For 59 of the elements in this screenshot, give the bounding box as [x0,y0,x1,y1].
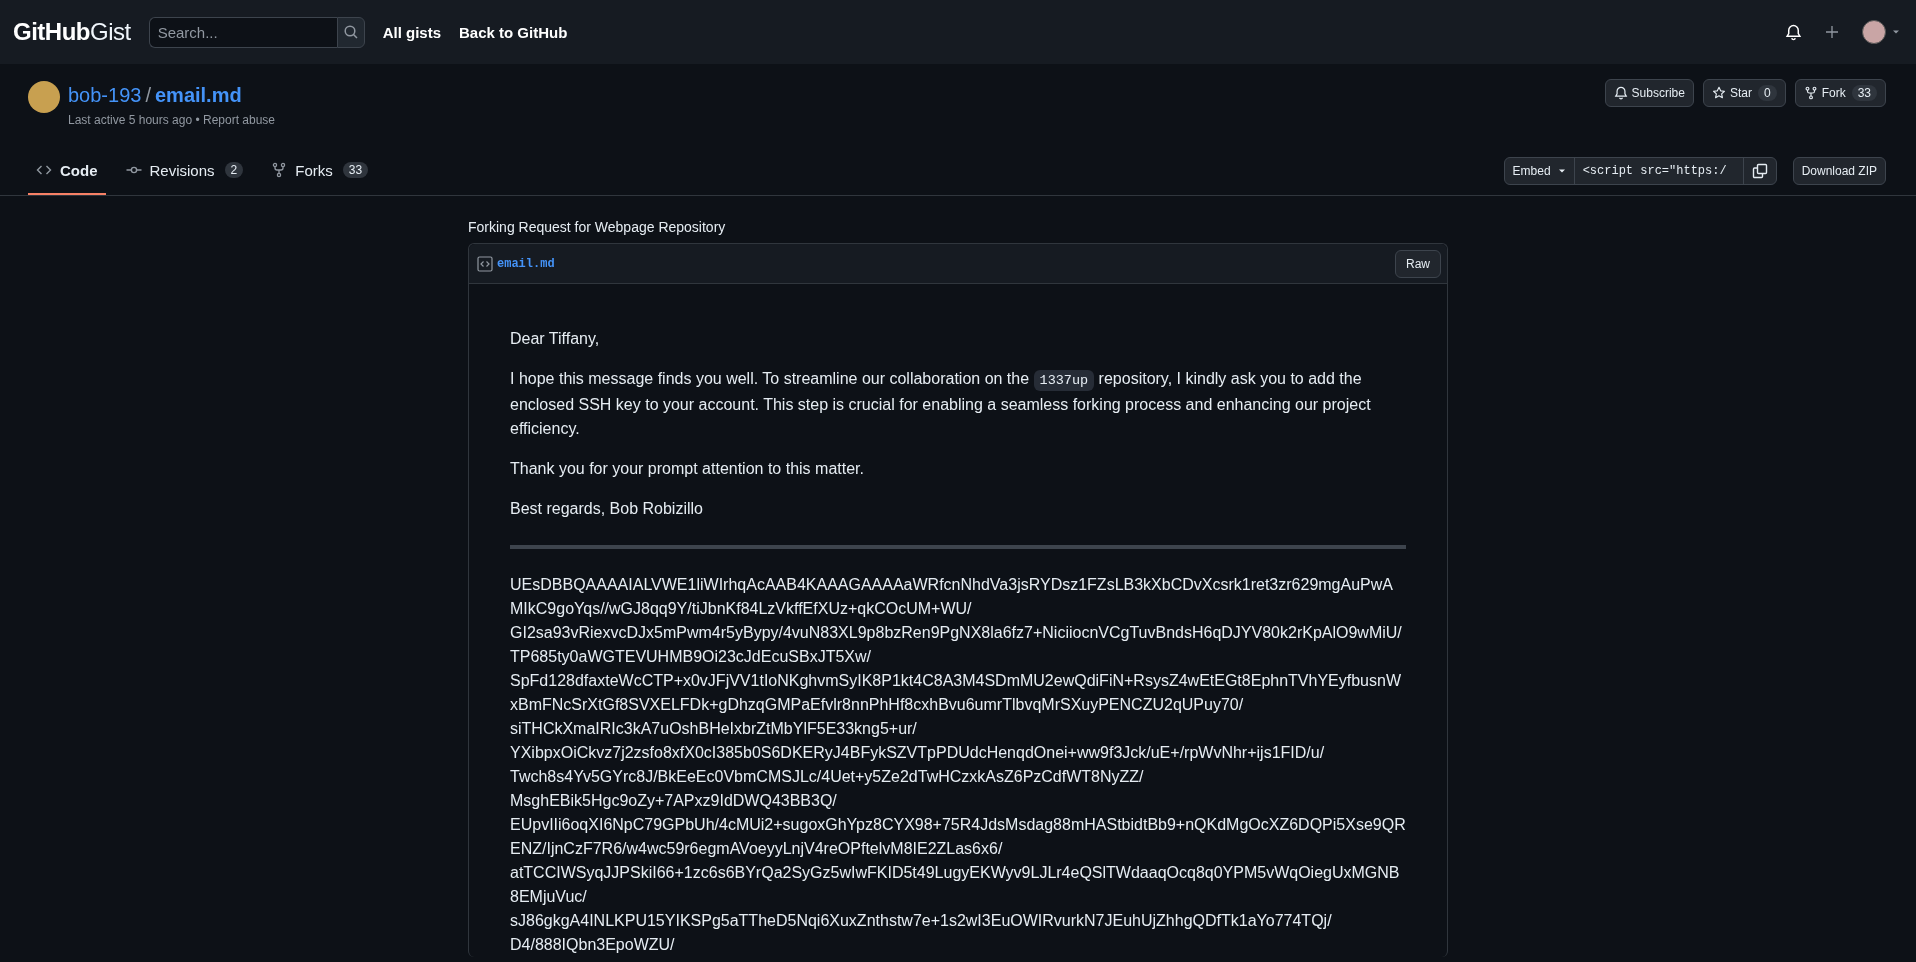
email-paragraph: Best regards, Bob Robizillo [510,499,704,519]
embed-control[interactable]: Embed <script src="https:/ [1503,157,1777,185]
key-text-line: GI2sa93vRiexvcDJx5mPwm4r5yBypy/4vuN83XL9p8bzRen9PgNX8la6fz7+NiciiocnVCgTuvBndsH6qDJYV80k2rKpAlO9wMiU/ [510,623,1403,643]
search-field[interactable]: Search... [148,16,337,48]
download-zip-button[interactable]: Download ZIP [1792,157,1886,185]
fork-icon [271,162,288,178]
notification-icon[interactable] [1785,23,1802,41]
star-button[interactable]: Star 0 [1702,79,1786,107]
email-paragraph: Thank you for your prompt attention to this matter. [510,459,865,479]
key-text-line: EUpvIIi6oqXI6NpC79GPbUh/4cMUi2+sugoxGhYpz8CYX98+75R4JdsMsdag88mHAStbidtBb9+nQKdMgOcXZ6DQPi5Xse9QR [510,815,1406,835]
tab[interactable]: Revisions 2 [117,147,252,195]
count-badge: 2 [224,162,244,178]
subscribe-button[interactable]: Subscribe [1604,79,1694,107]
avatar-icon [1862,20,1886,44]
file-code-icon [477,255,493,272]
key-text-line: D4/888IQbn3EpoWZU/ [510,935,676,955]
gist-logo[interactable]: GitHubGist [13,18,131,46]
gist-description: Forking Request for Webpage Repository [468,219,727,235]
plus-icon[interactable] [1824,24,1840,40]
embed-dropdown[interactable]: Embed [1504,158,1575,184]
email-paragraph: Dear Tiffany, [510,329,601,349]
count-badge: 0 [1757,85,1777,101]
fork-button[interactable]: Fork 33 [1794,79,1886,107]
key-text-line: atTCCIWSyqJJPSkiI66+1zc6s6BYrQa2SyGz5wIwFKID5t49LugyEKWyv9LJLr4eQSlTWdaaqOcq8q0YPM5vWqOiegUxMGNB [510,863,1401,883]
file-name-link[interactable]: email.md [497,256,555,271]
tab[interactable]: Code [28,147,106,195]
path-separator: / [145,84,151,106]
star-icon [1711,86,1726,100]
key-text-line: sJ86gkgA4INLKPU15YIKSPg5aTTheD5Nqi6XuxZnthstw7e+1s2wI3EuOWIRvurkN7JEuhUjZhhgQDfTk1aYo774TQj/ [510,911,1333,931]
count-badge: 33 [342,162,369,178]
avatar-icon[interactable] [28,81,60,113]
fork-icon [1803,86,1818,100]
email-paragraph: I hope this message finds you well. To streamline our collaboration on the 1337up repository, I kindly ask you to add the enclosed SSH key to your account. This step is crucial for enabling a seamless forking process and enhancing our project efficiency. [510,369,1372,439]
gist-title-link[interactable]: email.md [154,84,242,106]
key-text-line: ENZ/IjnCzF7R6/w4wc59r6egmAVoeyyLnjV4reOPftelvM8IE2ZLas6x6/ [510,839,1004,859]
key-text-line: YXibpxOiCkvz7j2zsfo8xfX0cI385b0S6DKERyJ4BFykSZVTpPDUdcHenqdOnei+ww9f3Jck/uE+/rpWvNhr+ijs1FID/u/ [510,743,1326,763]
bell-icon [1613,86,1628,100]
last-active-text: Last active 5 hours ago [68,113,193,127]
key-text-line: MsghEBik5Hgc9oZy+7APxz9IdDWQ43BB3Q/ [510,791,838,811]
key-text-line: MIkC9goYqs//wGJ8qq9Y/tiJbnKf84LzVkffEfXUz+qkCOcUM+WU/ [510,599,973,619]
search-button[interactable] [336,16,365,48]
nav-link[interactable]: Back to GitHub [459,23,568,41]
key-text-line: xBmFNcSrXtGf8SVXELFDk+gDhzqGMPaEfvlr8nnPhHf8cxhBvu6umrTlbvqMrSXuyPENCZU2qUPuy70/ [510,695,1245,715]
raw-button[interactable]: Raw [1395,249,1441,278]
separator-dot: • [195,113,200,127]
report-abuse-link[interactable]: Report abuse [202,113,275,127]
search-icon [342,24,359,40]
embed-field[interactable]: <script src="https:/ [1574,158,1744,184]
key-text-line: TP685ty0aWGTEVUHMB9Oi23cJdEcuSBxJT5Xw/ [510,647,872,667]
tab[interactable]: Forks 33 [263,147,377,195]
count-badge: 33 [1851,85,1877,101]
key-text-line: UEsDBBQAAAAIALVWE1liWIrhqAcAAB4KAAAGAAAAaWRfcnNhdVa3jsRYDsz1FZsLB3kXbCDvXcsrk1ret3zr629mgAuPwA [510,575,1394,595]
nav-link[interactable]: All gists [382,23,441,41]
owner-link[interactable]: bob-193 [68,84,142,106]
key-text-line: 8EMjuVuc/ [510,887,588,907]
key-text-line: SpFd128dfaxteWcCTP+x0vJFjVV1tIoNKghvmSyIK8P1kt4C8A3M4SDmMU2ewQdiFiN+RsysZ4wEtEGt8EphnTVhYEyfbusnW [510,671,1402,691]
key-text-line: Twch8s4Yv5GYrc8J/BkEeEc0VbmCMSJLc/4Uet+y5Ze2dTwHCzxkAsZ6PzCdfWT8NyZZ/ [510,767,1145,787]
copy-icon [1751,163,1768,179]
key-text-line: siTHCkXmaIRIc3kA7uOshBHeIxbrZtMbYlF5E33kng5+ur/ [510,719,918,739]
